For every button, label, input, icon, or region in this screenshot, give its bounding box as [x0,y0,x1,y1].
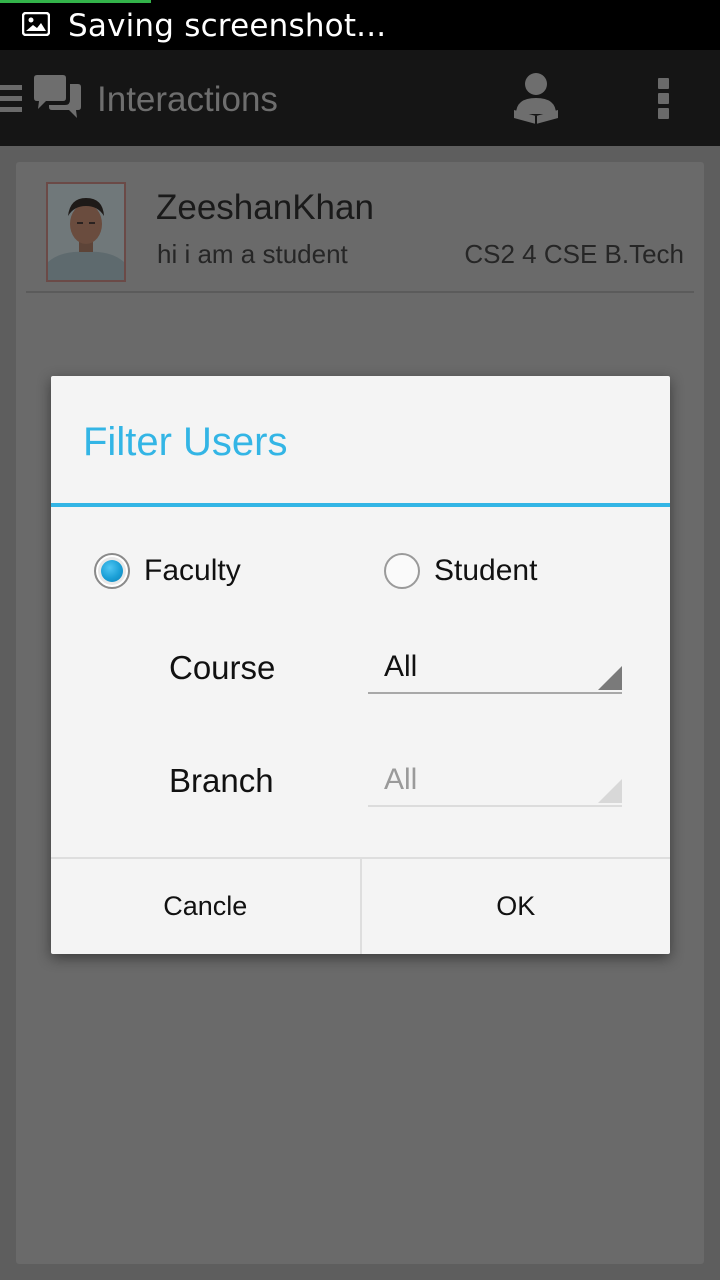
course-label: Course [169,649,276,686]
filter-dialog: Filter Users Faculty Student Course All … [51,376,670,954]
chat-bubbles-icon[interactable] [32,74,84,124]
course-spinner[interactable]: All [368,648,622,694]
avatar [46,182,126,282]
dialog-title: Filter Users [83,420,288,464]
list-item[interactable]: ZeeshanKhan hi i am a student CS2 4 CSE … [26,162,694,293]
image-icon [22,12,50,36]
screen: Saving screenshot... Interactions Zeesha… [0,0,720,1280]
faculty-radio-label: Faculty [144,554,241,587]
course-spinner-value: All [384,650,418,683]
user-profile-icon[interactable] [510,70,562,126]
radio-unchecked-icon [384,553,420,589]
faculty-radio[interactable]: Faculty [94,551,241,591]
dropdown-arrow-icon [598,666,622,690]
status-progress [0,0,151,3]
overflow-menu-icon[interactable] [658,78,670,120]
dropdown-arrow-icon [598,779,622,803]
user-name: ZeeshanKhan [156,188,374,227]
dialog-button-bar: Cancle OK [51,857,670,954]
user-class-info: CS2 4 CSE B.Tech [464,239,684,269]
student-radio-label: Student [434,554,538,587]
ok-button[interactable]: OK [359,859,671,954]
branch-spinner[interactable]: All [368,761,622,807]
radio-checked-icon [94,553,130,589]
branch-spinner-value: All [384,763,418,796]
dialog-title-divider [51,503,670,507]
cancel-button[interactable]: Cancle [51,859,360,954]
page-title: Interactions [97,80,278,119]
drawer-icon[interactable] [0,85,22,115]
status-bar: Saving screenshot... [0,0,720,50]
branch-label: Branch [169,762,274,799]
student-radio[interactable]: Student [384,551,537,591]
notification-text: Saving screenshot... [68,8,387,44]
user-status: hi i am a student [157,239,348,269]
action-bar: Interactions [0,50,720,146]
